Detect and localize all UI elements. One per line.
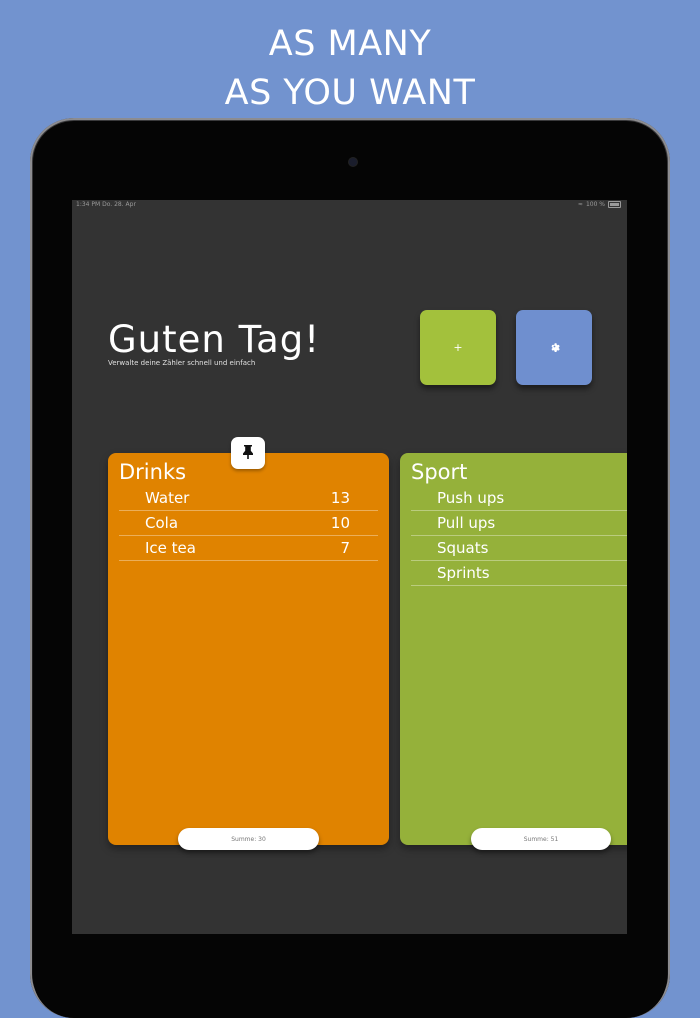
counter-card-sport[interactable]: Sport Push ups 1 Pull ups Squats Sprints [400,453,627,845]
pin-icon [242,444,254,463]
counter-list: Water 13 Cola 10 Ice tea 7 [119,486,378,561]
headline-line-2: AS YOU WANT [224,73,476,113]
counter-value: 13 [330,489,350,507]
app-screen: 1:34 PM Do. 28. Apr ≈ 100 % Guten Tag! V… [72,200,627,934]
counter-value: 7 [340,539,350,557]
counter-list: Push ups 1 Pull ups Squats Sprints [411,486,627,586]
camera-icon [349,158,357,166]
counter-label: Sprints [437,564,490,582]
card-title: Drinks [119,460,187,484]
counter-row[interactable]: Push ups 1 [411,486,627,511]
page-subtitle: Verwalte deine Zähler schnell und einfac… [108,359,256,367]
counter-row[interactable]: Water 13 [119,486,378,511]
battery-icon [608,201,621,208]
counter-row[interactable]: Cola 10 [119,511,378,536]
counter-row[interactable]: Squats [411,536,627,561]
counter-row[interactable]: Sprints [411,561,627,586]
counter-label: Push ups [437,489,505,507]
counter-card-drinks[interactable]: Drinks Water 13 Cola 10 Ice tea 7 [108,453,389,845]
counter-row[interactable]: Ice tea 7 [119,536,378,561]
add-counter-button[interactable]: + [420,310,496,385]
plus-icon: + [453,341,463,354]
status-right: ≈ 100 % [578,200,621,209]
card-title: Sport [411,460,468,484]
settings-button[interactable] [516,310,592,385]
counter-label: Squats [437,539,489,557]
promo-headline: AS MANY AS YOU WANT [0,20,700,118]
counter-label: Cola [145,514,179,532]
wifi-icon: ≈ [577,201,583,208]
sum-badge-sport: Summe: 51 [471,828,611,850]
page-title: Guten Tag! [108,318,321,361]
status-time-date: 1:34 PM Do. 28. Apr [76,201,136,208]
counter-value: 10 [330,514,350,532]
sum-badge-drinks: Summe: 30 [178,828,319,850]
counter-label: Water [145,489,190,507]
counter-label: Ice tea [145,539,196,557]
battery-percent: 100 % [585,201,605,208]
counter-row[interactable]: Pull ups [411,511,627,536]
headline-line-1: AS MANY [268,24,432,64]
gear-icon [549,341,560,355]
counter-label: Pull ups [437,514,496,532]
status-bar: 1:34 PM Do. 28. Apr ≈ 100 % [72,200,627,210]
pin-button[interactable] [231,437,265,469]
